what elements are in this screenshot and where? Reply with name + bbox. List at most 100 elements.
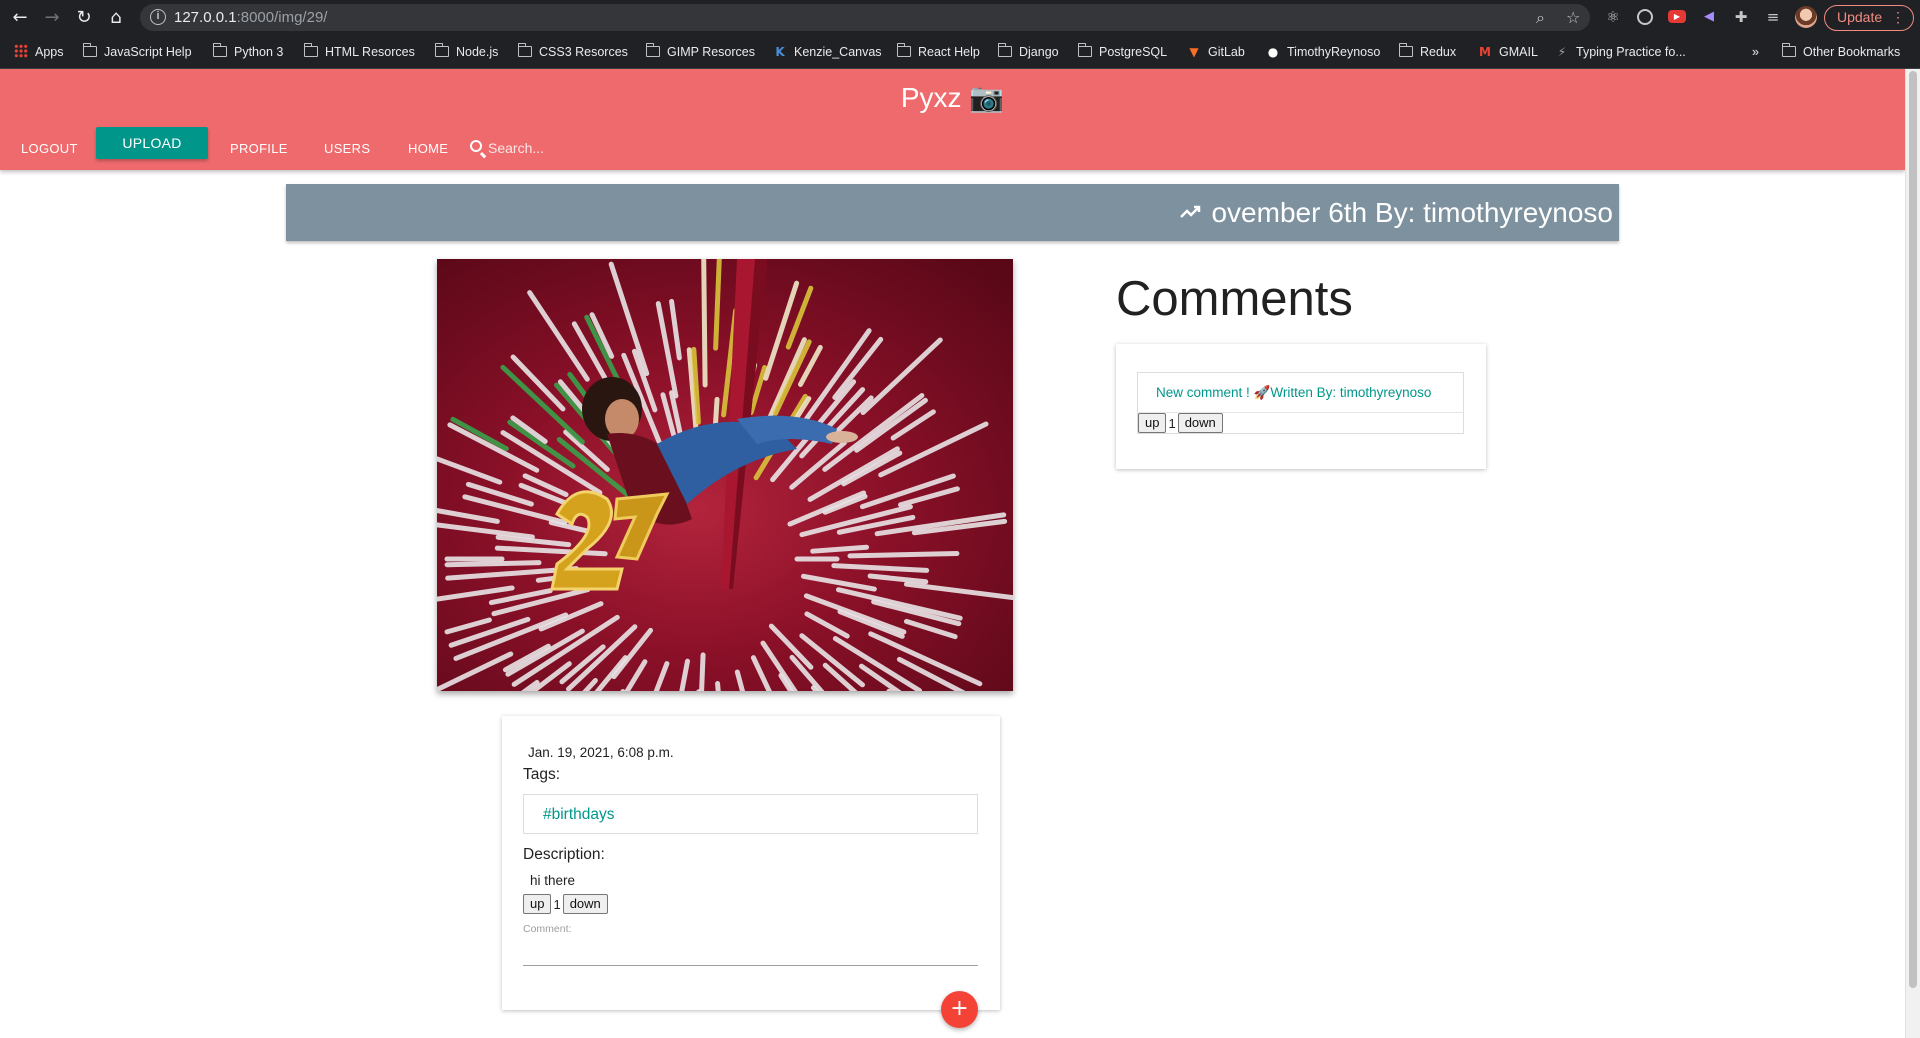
kenzie-icon: K (775, 45, 785, 59)
search-input[interactable] (488, 137, 698, 159)
nav-home[interactable]: HOME (408, 141, 448, 156)
downvote-button[interactable]: down (562, 894, 608, 914)
add-comment-button[interactable]: + (941, 991, 978, 1028)
reading-list-icon[interactable]: ≡ (1764, 8, 1782, 26)
bookmark-kenzie-canvas[interactable]: K Kenzie_Canvas (772, 44, 881, 62)
folder-icon (645, 43, 660, 57)
reload-icon[interactable]: ↻ (72, 6, 96, 30)
comment-downvote-button[interactable]: down (1177, 413, 1223, 433)
bookmark-html-resorces[interactable]: HTML Resorces (303, 43, 415, 62)
folder-icon (212, 43, 227, 57)
gmail-icon: M (1479, 45, 1491, 59)
profile-avatar[interactable] (1795, 6, 1817, 28)
update-button[interactable]: Update ⋮ (1824, 5, 1914, 31)
folder-icon (1781, 43, 1796, 57)
comment-vote-box: up 1 down (1137, 412, 1464, 434)
tag-link-birthdays[interactable]: #birthdays (543, 806, 615, 824)
bookmark-react-help[interactable]: React Help (896, 43, 980, 62)
light-streak (847, 551, 960, 559)
tags-list: #birthdays (523, 794, 978, 834)
browser-toolbar: ← → ↻ ⌂ i 127.0.0.1:8000/img/29/ ⌕ ☆ ⚛ ▶… (0, 0, 1920, 35)
post-vote-row: up 1 down (523, 894, 608, 914)
comment-vote-count: 1 (1168, 415, 1176, 431)
nav-logout[interactable]: LOGOUT (21, 141, 78, 156)
bookmark-css3-resorces[interactable]: CSS3 Resorces (517, 43, 628, 62)
comment-text: New comment ! 🚀Written By: timothyreynos… (1156, 385, 1432, 400)
light-streak (701, 259, 708, 388)
gitlab-icon: ▼ (1189, 45, 1199, 59)
folder-icon (303, 43, 318, 57)
comments-heading: Comments (1116, 272, 1353, 326)
folder-icon (1398, 43, 1413, 57)
bookmark-typing-practice[interactable]: ⚡ Typing Practice fo... (1554, 44, 1686, 62)
zoom-icon[interactable]: ⌕ (1536, 8, 1545, 28)
site-info-icon[interactable]: i (150, 9, 166, 25)
vote-count: 1 (553, 896, 561, 912)
extension-circle-icon[interactable] (1637, 9, 1653, 25)
bookmark-postgresql[interactable]: PostgreSQL (1077, 43, 1167, 62)
bookmark-timothyreynoso[interactable]: ● TimothyReynoso (1265, 44, 1381, 62)
description-text: hi there (530, 873, 576, 888)
nav-profile[interactable]: PROFILE (230, 141, 288, 156)
bookmark-redux[interactable]: Redux (1398, 43, 1456, 62)
post-date: Jan. 19, 2021, 6:08 p.m. (528, 745, 674, 760)
bookmark-star-icon[interactable]: ☆ (1566, 8, 1580, 27)
trending-up-icon (1180, 205, 1201, 218)
light-streak (699, 652, 706, 691)
github-icon: ● (1267, 45, 1279, 59)
comment-field-label: Comment: (523, 923, 572, 935)
nav-users[interactable]: USERS (324, 141, 370, 156)
site-header: Pyxz 📷 LOGOUT UPLOAD PROFILE USERS HOME (0, 69, 1905, 170)
bookmarks-overflow-chevron-icon[interactable]: » (1752, 44, 1759, 62)
page-scrollbar[interactable] (1905, 69, 1920, 1038)
post-image[interactable] (437, 259, 1013, 691)
bookmark-python-3[interactable]: Python 3 (212, 43, 283, 62)
bookmark-apps[interactable]: Apps (14, 44, 64, 62)
youtube-extension-icon[interactable]: ▶ (1668, 10, 1686, 23)
bookmark-nodejs[interactable]: Node.js (434, 43, 498, 62)
plus-icon: + (950, 996, 969, 1021)
description-label: Description: (523, 846, 605, 863)
folder-icon (896, 43, 911, 57)
upload-button[interactable]: UPLOAD (96, 127, 208, 159)
comments-card: New comment ! 🚀Written By: timothyreynos… (1116, 344, 1486, 469)
extensions-puzzle-icon[interactable]: ✚ (1732, 8, 1750, 26)
address-url: 127.0.0.1:8000/img/29/ (174, 9, 328, 26)
scrollbar-thumb[interactable] (1909, 71, 1917, 988)
comment-vote-row: up 1 down (1138, 413, 1223, 433)
folder-icon (434, 43, 449, 57)
search-bar (468, 137, 708, 159)
bookmark-django[interactable]: Django (997, 43, 1059, 62)
post-title-bar: ovember 6th By: timothyreynoso (286, 184, 1619, 241)
address-bar[interactable]: i 127.0.0.1:8000/img/29/ ⌕ ☆ (140, 4, 1590, 31)
audio-extension-icon[interactable]: ◀ (1700, 8, 1718, 26)
bookmark-gmail[interactable]: M GMAIL (1477, 44, 1538, 62)
light-streak (444, 560, 542, 568)
back-arrow-icon[interactable]: ← (8, 6, 32, 30)
bookmark-gitlab[interactable]: ▼ GitLab (1186, 44, 1244, 62)
bookmark-gimp-resorces[interactable]: GIMP Resorces (645, 43, 755, 62)
birthday-photo (437, 259, 1013, 691)
comment-upvote-button[interactable]: up (1138, 413, 1167, 433)
home-icon[interactable]: ⌂ (104, 6, 128, 30)
comment-input[interactable] (523, 938, 978, 966)
bolt-icon: ⚡ (1557, 45, 1567, 59)
folder-icon (82, 43, 97, 57)
search-icon (470, 140, 482, 152)
folder-icon (997, 43, 1012, 57)
brand-logo[interactable]: Pyxz 📷 (0, 81, 1905, 114)
page-viewport: Pyxz 📷 LOGOUT UPLOAD PROFILE USERS HOME … (0, 69, 1905, 1038)
comment-item: New comment ! 🚀Written By: timothyreynos… (1137, 372, 1464, 412)
post-title: ovember 6th By: timothyreynoso (1211, 197, 1613, 228)
menu-dots-icon[interactable]: ⋮ (1891, 6, 1905, 29)
folder-icon (517, 43, 532, 57)
folder-icon (1077, 43, 1092, 57)
react-devtools-icon[interactable]: ⚛ (1604, 8, 1622, 26)
upvote-button[interactable]: up (523, 894, 552, 914)
apps-grid-icon (14, 44, 28, 58)
post-info-card: Jan. 19, 2021, 6:08 p.m. Tags: #birthday… (502, 716, 1000, 1028)
bookmark-other-bookmarks[interactable]: Other Bookmarks (1781, 43, 1900, 62)
bookmarks-bar: Apps JavaScript Help Python 3 HTML Resor… (0, 35, 1920, 69)
forward-arrow-icon[interactable]: → (40, 6, 64, 30)
bookmark-javascript-help[interactable]: JavaScript Help (82, 43, 192, 62)
